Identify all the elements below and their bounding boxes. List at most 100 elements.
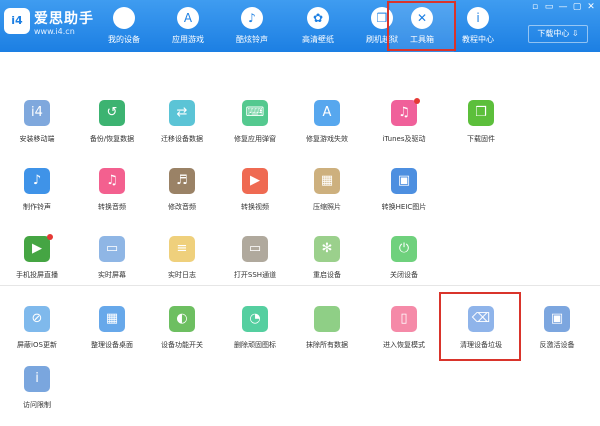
itunes-icon: ♫ [391,100,417,126]
nav-flower[interactable]: ✿ 高清壁纸 [286,0,350,52]
tool-video[interactable]: ▶ 转换视频 [218,168,292,228]
top-bar: i4 爱思助手 www.i4.cn 我的设备 A 应用游戏 ♪ 酷炫铃声 ✿ 高清壁纸 ❒ 刷机… [0,0,600,52]
nav-label: 我的设备 [108,35,140,44]
tool-itunes[interactable]: ♫ iTunes及驱动 [367,98,441,160]
power-icon: ⏻ [391,236,417,262]
tool-label: 修改音频 [168,203,196,211]
tool-delete-icon[interactable]: ◔ 删除顽固图标 [218,306,292,366]
toolbox-highlight [387,1,456,51]
info-icon: i [467,7,489,29]
tool-label: 抹除所有数据 [306,341,348,349]
tool-block-update[interactable]: ⊘ 屏蔽iOS更新 [0,306,74,366]
tool-audio-edit[interactable]: ♬ 修改音频 [145,168,219,228]
app-store-icon: A [314,100,340,126]
nav-label: 应用游戏 [172,35,204,44]
tool-label: 反激活设备 [539,341,575,349]
tool-log[interactable]: ≡ 实时日志 [145,236,219,296]
tool-label: 安装移动端 [19,135,55,143]
backup-icon: ↺ [99,100,125,126]
i4-mobile-icon: i4 [24,100,50,126]
tool-label: 打开SSH通道 [233,271,277,279]
tool-label: 手机投屏直播 [16,271,58,279]
tool-photo[interactable]: ▦ 压缩照片 [290,168,364,228]
grid-icon: ▦ [99,306,125,332]
tool-restart[interactable]: ✻ 重启设备 [290,236,364,296]
tool-label: 重启设备 [313,271,341,279]
heic-icon: ▣ [391,168,417,194]
notification-dot [47,234,53,240]
tool-ssh[interactable]: ▭ 打开SSH通道 [218,236,292,296]
app-store-icon: A [177,7,199,29]
deactivate-icon: ▣ [544,306,570,332]
tool-deactivate[interactable]: ▣ 反激活设备 [520,306,594,366]
tool-erase[interactable]: 抹除所有数据 [290,306,364,366]
tool-label: 访问限制 [23,401,51,409]
bell-icon: ♪ [241,7,263,29]
tool-monitor[interactable]: ▭ 实时屏幕 [75,236,149,296]
tool-power[interactable]: ⏻ 关闭设备 [367,236,441,296]
tool-migrate[interactable]: ⇄ 迁移设备数据 [145,100,219,160]
bell-icon: ♪ [24,168,50,194]
screen-mirror-icon: ▶ [24,236,50,262]
ssh-icon: ▭ [242,236,268,262]
skin-icon[interactable]: ▫ [530,2,540,12]
tool-label: 实时日志 [168,271,196,279]
brand-url: www.i4.cn [34,27,75,36]
feedback-icon[interactable]: ▭ [544,2,554,12]
music-icon: ♫ [99,168,125,194]
tool-label: iTunes及驱动 [382,135,426,143]
tool-recovery[interactable]: ▯ 进入恢复模式 [367,306,441,366]
apple-icon [113,7,135,29]
nav-label: 高清壁纸 [302,35,334,44]
tool-label: 压缩照片 [313,203,341,211]
nav-app-store[interactable]: A 应用游戏 [156,0,220,52]
restriction-icon: i [24,366,50,392]
tool-label: 转换HEIC图片 [381,203,427,211]
tool-app-store[interactable]: A 修复游戏失效 [290,100,364,160]
toggle-icon: ◐ [169,306,195,332]
brand-name: 爱思助手 [34,11,94,27]
tool-box[interactable]: ❒ 下载固件 [444,100,518,160]
tool-restriction[interactable]: i 访问限制 [0,366,74,426]
i4-logo: i4 [4,8,30,34]
recovery-icon: ▯ [391,306,417,332]
tool-label: 关闭设备 [390,271,418,279]
nav-apple[interactable]: 我的设备 [92,0,156,52]
tool-label: 屏蔽iOS更新 [17,341,57,349]
tool-toggle[interactable]: ◐ 设备功能开关 [145,306,219,366]
tool-bell[interactable]: ♪ 制作铃声 [0,168,74,228]
tool-label: 进入恢复模式 [383,341,425,349]
flower-icon: ✿ [307,7,329,29]
tool-label: 修复应用弹窗 [234,135,276,143]
tool-music[interactable]: ♫ 转换音频 [75,168,149,228]
tool-label: 转换视频 [241,203,269,211]
section-divider [0,285,600,286]
tool-screen-mirror[interactable]: ▶ 手机投屏直播 [0,234,74,296]
tool-i4-mobile[interactable]: i4 安装移动端 [0,100,74,160]
maximize-icon[interactable]: ▢ [572,2,582,12]
tool-grid[interactable]: ▦ 整理设备桌面 [75,306,149,366]
delete-icon-icon: ◔ [242,306,268,332]
tool-label: 制作铃声 [23,203,51,211]
download-center-button[interactable]: 下载中心 ⇩ [528,25,588,43]
minimize-icon[interactable]: — [558,2,568,12]
box-icon: ❒ [468,100,494,126]
nav-bell[interactable]: ♪ 酷炫铃声 [220,0,284,52]
audio-edit-icon: ♬ [169,168,195,194]
monitor-icon: ▭ [99,236,125,262]
keyboard-icon: ⌨ [242,100,268,126]
tool-backup[interactable]: ↺ 备份/恢复数据 [75,100,149,160]
tool-heic[interactable]: ▣ 转换HEIC图片 [367,168,441,228]
tool-label: 修复游戏失效 [306,135,348,143]
tool-keyboard[interactable]: ⌨ 修复应用弹窗 [218,100,292,160]
nav-label: 酷炫铃声 [236,35,268,44]
log-icon: ≡ [169,236,195,262]
erase-icon [314,306,340,332]
notification-dot [414,98,420,104]
tool-label: 下载固件 [467,135,495,143]
tool-label: 删除顽固图标 [234,341,276,349]
tool-label: 迁移设备数据 [161,135,203,143]
close-icon[interactable]: ✕ [586,2,596,12]
clean-junk-highlight [439,292,521,361]
migrate-icon: ⇄ [169,100,195,126]
